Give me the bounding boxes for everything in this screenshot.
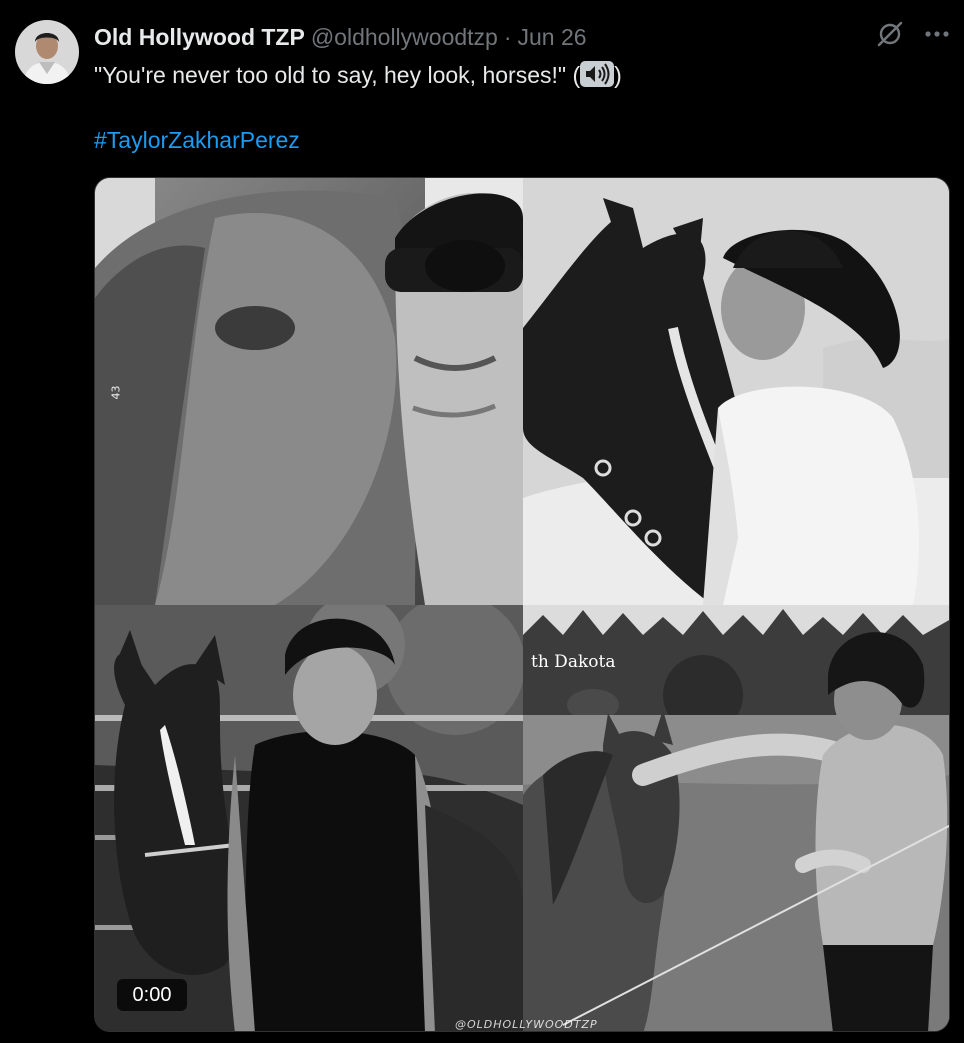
display-name[interactable]: Old Hollywood TZP: [94, 22, 305, 52]
video-timestamp: 0:00: [117, 979, 187, 1011]
tweet-text-close: ): [614, 62, 622, 88]
media-panel-top-right: [523, 178, 949, 605]
tweet-text: "You're never too old to say, hey look, …: [94, 60, 622, 90]
avatar[interactable]: [15, 20, 79, 84]
media-panel-top-left: [95, 178, 523, 605]
tweet[interactable]: Old Hollywood TZP @oldhollywoodtzp · Jun…: [0, 0, 964, 1043]
video-media[interactable]: th Dakota 43 @OLDHOLLYWOODTZP 0:00: [94, 177, 950, 1032]
tweet-text-main: "You're never too old to say, hey look, …: [94, 62, 581, 88]
grok-icon[interactable]: [876, 20, 904, 48]
speaker-high-volume-icon: [580, 61, 615, 87]
more-icon[interactable]: [924, 30, 950, 38]
user-handle[interactable]: @oldhollywoodtzp: [311, 22, 498, 52]
hashtag-link[interactable]: #TaylorZakharPerez: [94, 125, 300, 155]
tweet-date[interactable]: Jun 26: [518, 22, 587, 52]
tweet-actions-top: [876, 20, 950, 48]
video-watermark: @OLDHOLLYWOODTZP: [455, 1018, 598, 1031]
media-panel-bottom-left: [95, 605, 523, 1031]
video-overlay-number: 43: [109, 385, 123, 400]
video-overlay-caption: th Dakota: [531, 652, 616, 672]
header-separator: ·: [503, 24, 512, 50]
tweet-header: Old Hollywood TZP @oldhollywoodtzp · Jun…: [94, 22, 587, 52]
